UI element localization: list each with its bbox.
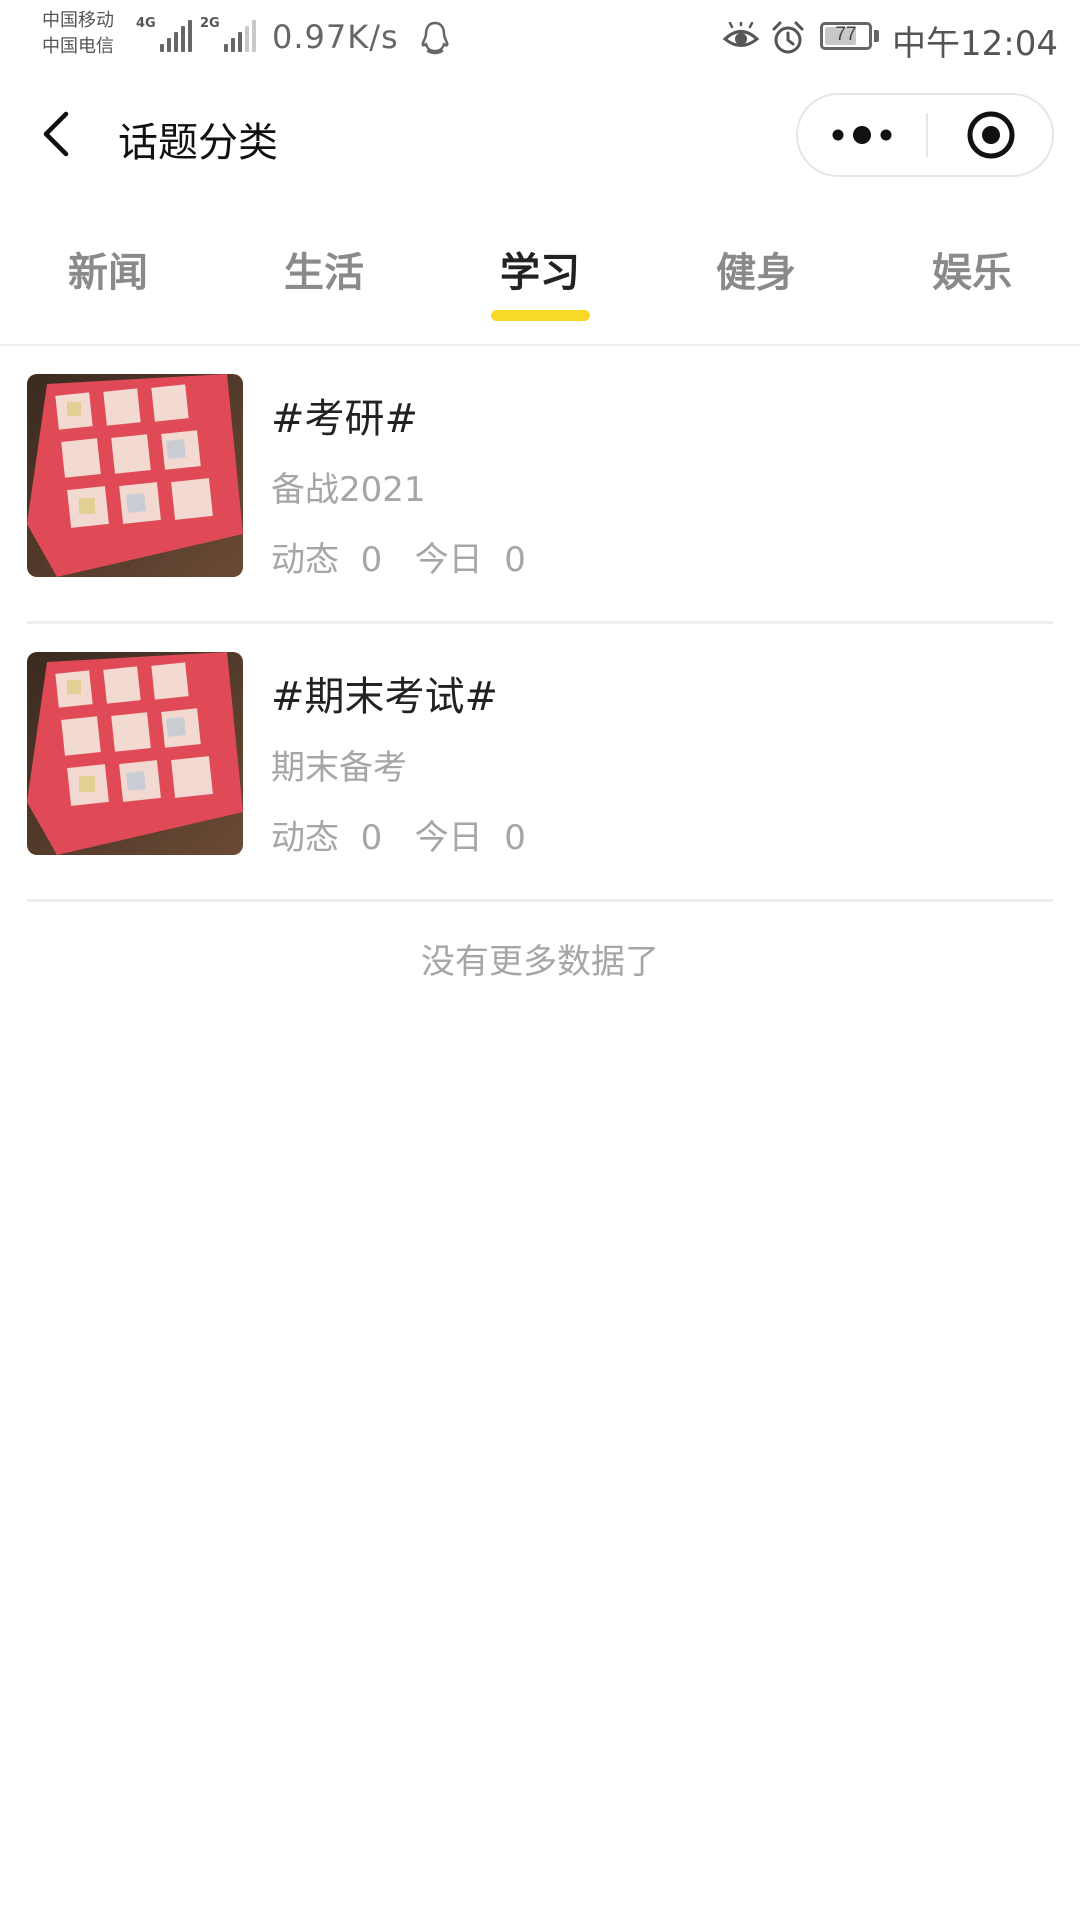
tab-fitness[interactable]: 健身	[648, 240, 864, 298]
more-dots-icon	[832, 126, 892, 144]
topic-thumbnail	[27, 374, 243, 577]
navigation-bar: 话题分类	[0, 76, 1080, 196]
network-speed: 0.97K/s	[272, 18, 399, 56]
target-circle-icon	[967, 111, 1015, 159]
alarm-icon	[772, 21, 804, 54]
chevron-left-icon	[43, 111, 69, 157]
status-bar: 中国移动 中国电信 4G 2G 0.97K/s 77 中午12:04	[0, 0, 1080, 76]
more-button[interactable]	[798, 95, 926, 175]
page-title: 话题分类	[118, 120, 278, 166]
no-more-data-text: 没有更多数据了	[421, 942, 659, 982]
close-button[interactable]	[928, 95, 1054, 175]
tab-news[interactable]: 新闻	[0, 240, 216, 298]
signal-4g-icon: 4G	[136, 16, 196, 54]
mini-program-capsule	[796, 93, 1054, 177]
carrier-names: 中国移动 中国电信	[42, 8, 132, 60]
qq-icon	[421, 21, 449, 55]
carrier-1: 中国移动	[42, 10, 114, 31]
tab-entertainment[interactable]: 娱乐	[864, 240, 1080, 298]
quilt-image	[27, 652, 243, 855]
topic-stats: 动态 0 今日 0	[271, 540, 526, 580]
list-item[interactable]: #考研# 备战2021 动态 0 今日 0	[27, 346, 1053, 624]
battery-nub	[874, 30, 879, 42]
carrier-2: 中国电信	[42, 36, 114, 57]
topic-name: #考研#	[271, 396, 419, 442]
signal-2g-icon: 2G	[200, 16, 260, 54]
topic-description: 备战2021	[271, 470, 426, 510]
topic-thumbnail	[27, 652, 243, 855]
battery-level: 77	[835, 24, 857, 45]
eye-icon	[722, 22, 760, 47]
topic-name: #期末考试#	[271, 674, 499, 720]
category-tabs: 新闻 生活 学习 健身 娱乐	[0, 196, 1080, 346]
tab-study[interactable]: 学习	[432, 240, 648, 298]
topic-stats: 动态 0 今日 0	[271, 818, 526, 858]
quilt-image	[27, 374, 243, 577]
list-item[interactable]: #期末考试# 期末备考 动态 0 今日 0	[27, 624, 1053, 902]
back-button[interactable]	[30, 102, 86, 166]
battery-icon: 77	[820, 22, 872, 50]
status-time: 中午12:04	[892, 24, 1058, 64]
topic-description: 期末备考	[271, 748, 407, 788]
tab-life[interactable]: 生活	[216, 240, 432, 298]
active-tab-indicator	[491, 310, 590, 321]
